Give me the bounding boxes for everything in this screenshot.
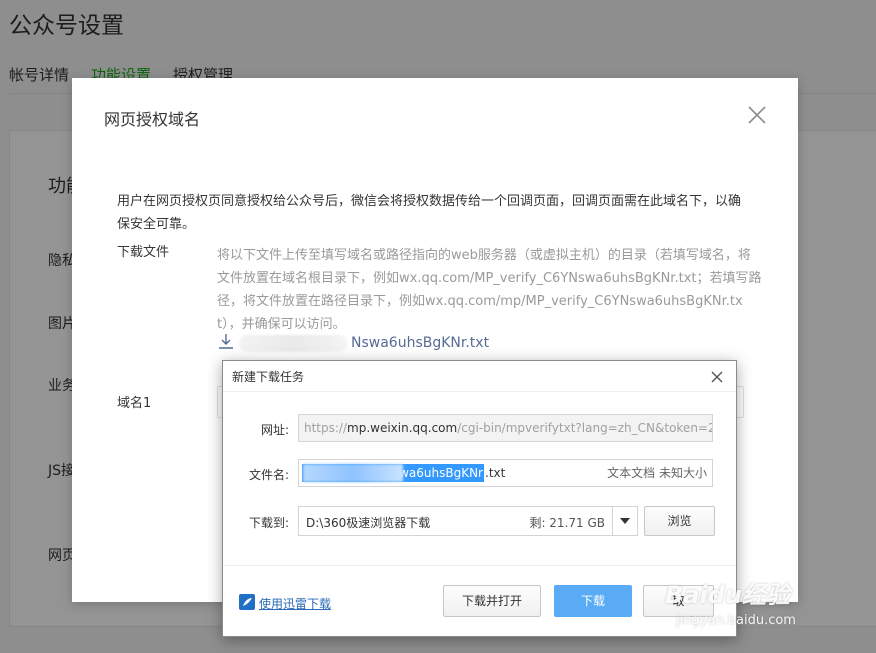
url-scheme: https://: [304, 421, 348, 435]
file-type-size: 文本文档 未知大小: [607, 466, 707, 480]
download-instructions: 将以下文件上传至填写域名或路径指向的web服务器（或虚拟主机）的目录（若填写域名…: [217, 248, 762, 332]
redacted-region: [239, 334, 347, 352]
close-icon[interactable]: [710, 369, 724, 383]
file-link-text: Nswa6uhsBgKNr.txt: [351, 335, 490, 351]
download-file-label: 下载文件: [117, 245, 170, 260]
new-download-task-dialog: 新建下载任务 网址: https://mp.weixin.qq.com/cgi-…: [222, 360, 737, 637]
dialog-title: 网页授权域名: [104, 110, 201, 129]
use-thunder-link[interactable]: 使用迅雷下载: [239, 594, 331, 613]
dialog-title: 新建下载任务: [232, 370, 305, 384]
thunder-icon: [239, 594, 255, 613]
browse-button[interactable]: 浏览: [644, 506, 715, 536]
dialog-description: 用户在网页授权页同意授权给公众号后，微信会将授权数据传给一个回调页面，回调页面需…: [117, 194, 742, 232]
close-icon[interactable]: [746, 104, 768, 126]
dialog-titlebar: 新建下载任务: [223, 361, 736, 392]
cancel-button[interactable]: 取: [643, 585, 714, 617]
use-thunder-label: 使用迅雷下载: [259, 597, 332, 611]
url-field[interactable]: https://mp.weixin.qq.com/cgi-bin/mpverif…: [298, 414, 713, 442]
domain-label: 域名1: [117, 396, 152, 411]
free-space: 剩: 21.71 GB: [529, 516, 605, 530]
url-path: /cgi-bin/mpverifytxt?lang=zh_CN&token=21…: [457, 421, 713, 435]
url-label: 网址:: [260, 423, 289, 437]
save-to-label: 下载到:: [248, 516, 289, 530]
save-path-value: D:\360极速浏览器下载: [306, 516, 431, 530]
download-and-open-button[interactable]: 下载并打开: [443, 585, 541, 617]
filename-label: 文件名:: [248, 468, 289, 482]
filename-extension: .txt: [485, 466, 506, 480]
url-host: mp.weixin.qq.com: [347, 421, 458, 435]
save-path-select[interactable]: D:\360极速浏览器下载 剩: 21.71 GB: [298, 506, 638, 536]
download-icon: [217, 332, 235, 354]
filename-input[interactable]: wa6uhsBgKNr .txt 文本文档 未知大小: [298, 459, 713, 487]
redacted-region: [303, 464, 403, 482]
download-button[interactable]: 下载: [554, 585, 632, 617]
footer-divider: [223, 565, 736, 566]
chevron-down-icon[interactable]: [612, 507, 637, 535]
verify-file-download-link[interactable]: Nswa6uhsBgKNr.txt: [217, 332, 489, 354]
